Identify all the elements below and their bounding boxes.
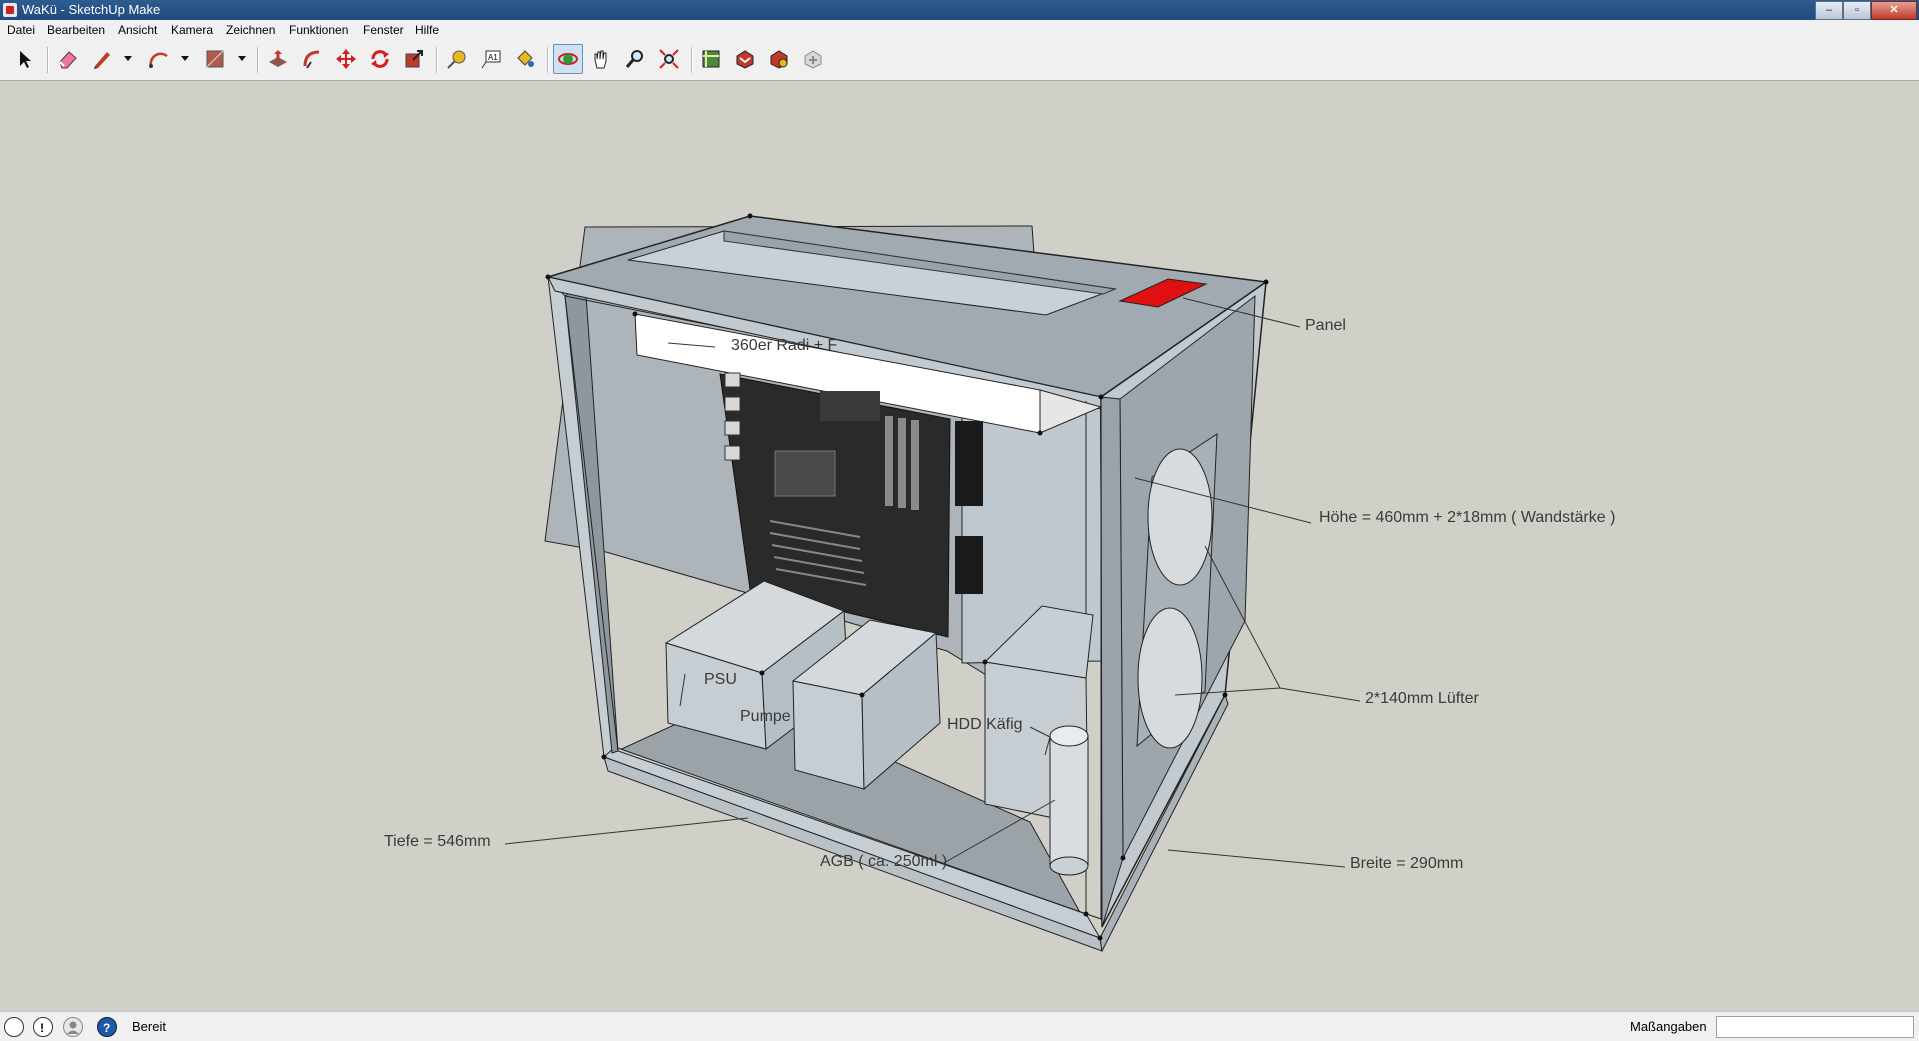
svg-text:!: ! bbox=[40, 1021, 44, 1035]
zoom-icon[interactable] bbox=[621, 45, 649, 73]
label-panel: Panel bbox=[1305, 317, 1346, 334]
agb-reservoir bbox=[1049, 735, 1089, 867]
eraser-icon[interactable] bbox=[54, 45, 82, 73]
title-bar: WaKü - SketchUp Make – ▫ ✕ bbox=[0, 0, 1919, 20]
menu-funktionen[interactable]: Funktionen bbox=[289, 23, 348, 37]
extension-warehouse-icon[interactable] bbox=[799, 45, 827, 73]
rectangle-icon[interactable] bbox=[201, 45, 229, 73]
menu-kamera[interactable]: Kamera bbox=[171, 23, 213, 37]
svg-text:A1: A1 bbox=[488, 53, 498, 62]
gpu-slot-lower bbox=[955, 536, 983, 594]
user-account-icon[interactable] bbox=[63, 1017, 83, 1037]
pencil-icon[interactable] bbox=[88, 45, 116, 73]
case-model bbox=[504, 213, 1361, 953]
menu-hilfe[interactable]: Hilfe bbox=[415, 23, 439, 37]
3d-warehouse-icon[interactable] bbox=[697, 45, 725, 73]
label-radiator: 360er Radi + F bbox=[731, 337, 838, 354]
fan-top bbox=[1147, 448, 1213, 586]
get-models-icon[interactable] bbox=[731, 45, 759, 73]
menu-bearbeiten[interactable]: Bearbeiten bbox=[47, 23, 105, 37]
minimize-button[interactable]: – bbox=[1815, 1, 1843, 20]
help-icon[interactable]: ? bbox=[97, 1017, 117, 1037]
move-icon[interactable] bbox=[332, 45, 360, 73]
fan-bottom bbox=[1137, 607, 1203, 749]
arc-dropdown-icon[interactable] bbox=[179, 45, 191, 73]
label-width: Breite = 290mm bbox=[1350, 855, 1464, 872]
measurements-input[interactable] bbox=[1716, 1016, 1914, 1038]
scale-icon[interactable] bbox=[400, 45, 428, 73]
text-label-icon[interactable]: A1 bbox=[477, 45, 505, 73]
tape-measure-icon[interactable] bbox=[443, 45, 471, 73]
sketchup-app-icon[interactable] bbox=[3, 3, 17, 17]
menu-ansicht[interactable]: Ansicht bbox=[118, 23, 157, 37]
label-fans: 2*140mm Lüfter bbox=[1365, 690, 1479, 707]
menu-zeichnen[interactable]: Zeichnen bbox=[226, 23, 275, 37]
zoom-extents-icon[interactable] bbox=[655, 45, 683, 73]
gpu-slot-upper bbox=[955, 421, 983, 506]
paint-bucket-icon[interactable] bbox=[511, 45, 539, 73]
pencil-dropdown-icon[interactable] bbox=[122, 45, 134, 73]
rotate-icon[interactable] bbox=[366, 45, 394, 73]
status-text: Bereit bbox=[132, 1019, 166, 1034]
window-title: WaKü - SketchUp Make bbox=[22, 2, 161, 17]
push-pull-icon[interactable] bbox=[264, 45, 292, 73]
orbit-icon[interactable] bbox=[553, 44, 583, 74]
menu-datei[interactable]: Datei bbox=[7, 23, 35, 37]
geo-location-icon[interactable] bbox=[4, 1017, 24, 1037]
maximize-button[interactable]: ▫ bbox=[1843, 1, 1871, 20]
pan-icon[interactable] bbox=[587, 45, 615, 73]
label-psu: PSU bbox=[704, 671, 737, 688]
label-reservoir: AGB ( ca. 250ml ) bbox=[820, 853, 948, 870]
select-icon[interactable] bbox=[11, 45, 39, 73]
modeling-viewport[interactable]: 360er Radi + F Panel Höhe = 460mm + 2*18… bbox=[0, 81, 1919, 1011]
menu-fenster[interactable]: Fenster bbox=[363, 23, 404, 37]
follow-me-icon[interactable] bbox=[298, 45, 326, 73]
share-model-icon[interactable] bbox=[765, 45, 793, 73]
label-hdd-cage: HDD Käfig bbox=[947, 716, 1023, 733]
label-depth: Tiefe = 546mm bbox=[384, 833, 491, 850]
arc-icon[interactable] bbox=[145, 45, 173, 73]
rectangle-dropdown-icon[interactable] bbox=[236, 45, 248, 73]
measurements-label: Maßangaben bbox=[1630, 1019, 1707, 1034]
credits-icon[interactable]: ! bbox=[33, 1017, 53, 1037]
label-pump: Pumpe bbox=[740, 708, 791, 725]
status-bar: ! ? Bereit Maßangaben bbox=[0, 1011, 1919, 1041]
pump-box bbox=[792, 680, 865, 790]
menu-bar: Datei Bearbeiten Ansicht Kamera Zeichnen… bbox=[0, 20, 1919, 42]
close-button[interactable]: ✕ bbox=[1871, 1, 1917, 20]
main-toolbar: A1 bbox=[0, 41, 1919, 81]
svg-text:?: ? bbox=[103, 1021, 110, 1035]
label-height: Höhe = 460mm + 2*18mm ( Wandstärke ) bbox=[1319, 509, 1616, 526]
